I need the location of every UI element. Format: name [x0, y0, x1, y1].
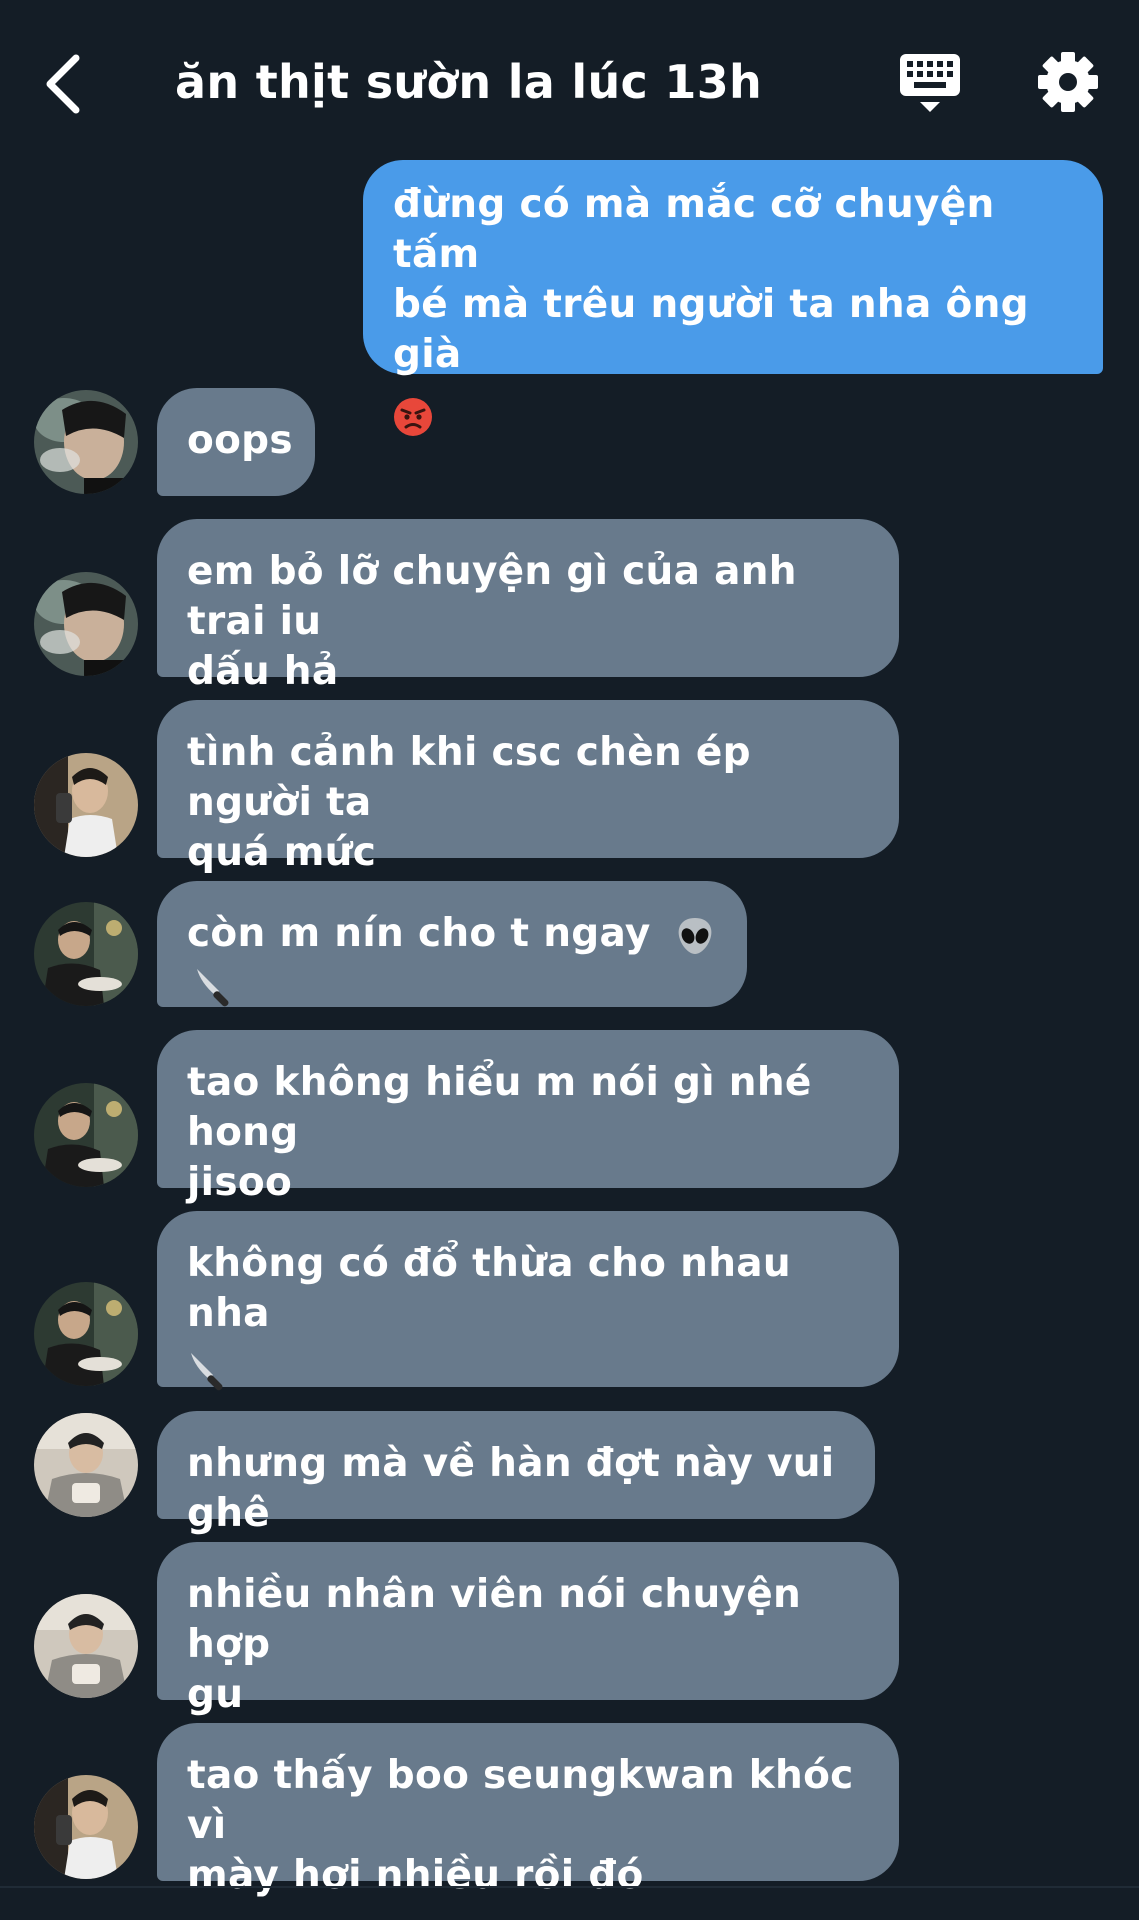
message-text: mày hơi nhiều rồi đó	[187, 1853, 644, 1898]
avatar[interactable]	[34, 1083, 138, 1187]
avatar[interactable]	[34, 902, 138, 1006]
message-text: dấu hả	[187, 649, 339, 694]
message-bubble-incoming[interactable]: nhiều nhân viên nói chuyện hợp gu	[157, 1542, 899, 1717]
message-text: tình cảnh khi csc chèn ép người ta	[187, 730, 751, 825]
avatar[interactable]	[34, 390, 138, 494]
alien-emoji	[678, 917, 711, 954]
message-text: đừng có mà mắc cỡ chuyện tấm	[393, 182, 995, 277]
message-text: bé mà trêu người ta nha ông già	[393, 282, 1029, 377]
message-bubble-incoming[interactable]: nhưng mà về hàn đợt này vui ghê	[157, 1411, 875, 1536]
message-text: em bỏ lỡ chuyện gì của anh trai iu	[187, 549, 797, 644]
avatar[interactable]	[34, 1775, 138, 1879]
message-text: nhưng mà về hàn đợt này vui ghê	[187, 1441, 835, 1536]
message-bubble-incoming[interactable]: oops	[157, 388, 315, 496]
message-bubble-incoming[interactable]: tao không hiểu m nói gì nhé hong jisoo	[157, 1030, 899, 1205]
gear-icon	[1038, 52, 1098, 112]
message-bubble-incoming[interactable]: tình cảnh khi csc chèn ép người ta quá m…	[157, 700, 899, 875]
chat-header: ăn thịt sườn la lúc 13h	[0, 0, 1139, 160]
chevron-left-icon	[46, 54, 80, 114]
settings-button[interactable]	[1036, 50, 1100, 114]
avatar[interactable]	[34, 1413, 138, 1517]
message-text: gu	[187, 1672, 244, 1717]
knife-emoji	[191, 1352, 223, 1390]
avatar[interactable]	[34, 753, 138, 857]
chat-title: ăn thịt sườn la lúc 13h	[175, 55, 763, 109]
message-text: còn m nín cho t ngay	[187, 911, 651, 956]
avatar[interactable]	[34, 1282, 138, 1386]
avatar[interactable]	[34, 572, 138, 676]
keyboard-icon	[900, 54, 960, 112]
knife-emoji	[197, 968, 229, 1006]
message-bubble-incoming[interactable]: không có đổ thừa cho nhau nha	[157, 1211, 899, 1390]
message-bubble-incoming[interactable]: tao thấy boo seungkwan khóc vì mày hơi n…	[157, 1723, 899, 1898]
message-text: nhiều nhân viên nói chuyện hợp	[187, 1572, 802, 1667]
message-text: oops	[187, 418, 293, 463]
message-text: không có đổ thừa cho nhau nha	[187, 1241, 791, 1336]
message-bubble-incoming[interactable]: em bỏ lỡ chuyện gì của anh trai iu dấu h…	[157, 519, 899, 694]
divider	[0, 1886, 1139, 1888]
message-text: tao không hiểu m nói gì nhé hong	[187, 1060, 812, 1155]
avatar[interactable]	[34, 1594, 138, 1698]
message-text: tao thấy boo seungkwan khóc vì	[187, 1753, 854, 1848]
message-bubble-incoming[interactable]: còn m nín cho t ngay	[157, 881, 747, 1007]
keyboard-button[interactable]	[896, 50, 964, 116]
message-text: jisoo	[187, 1160, 293, 1205]
message-bubble-outgoing[interactable]: đừng có mà mắc cỡ chuyện tấm bé mà trêu …	[363, 160, 1103, 436]
angry-face-emoji	[394, 397, 432, 436]
back-button[interactable]	[38, 50, 98, 114]
message-text: quá mức	[187, 830, 377, 875]
